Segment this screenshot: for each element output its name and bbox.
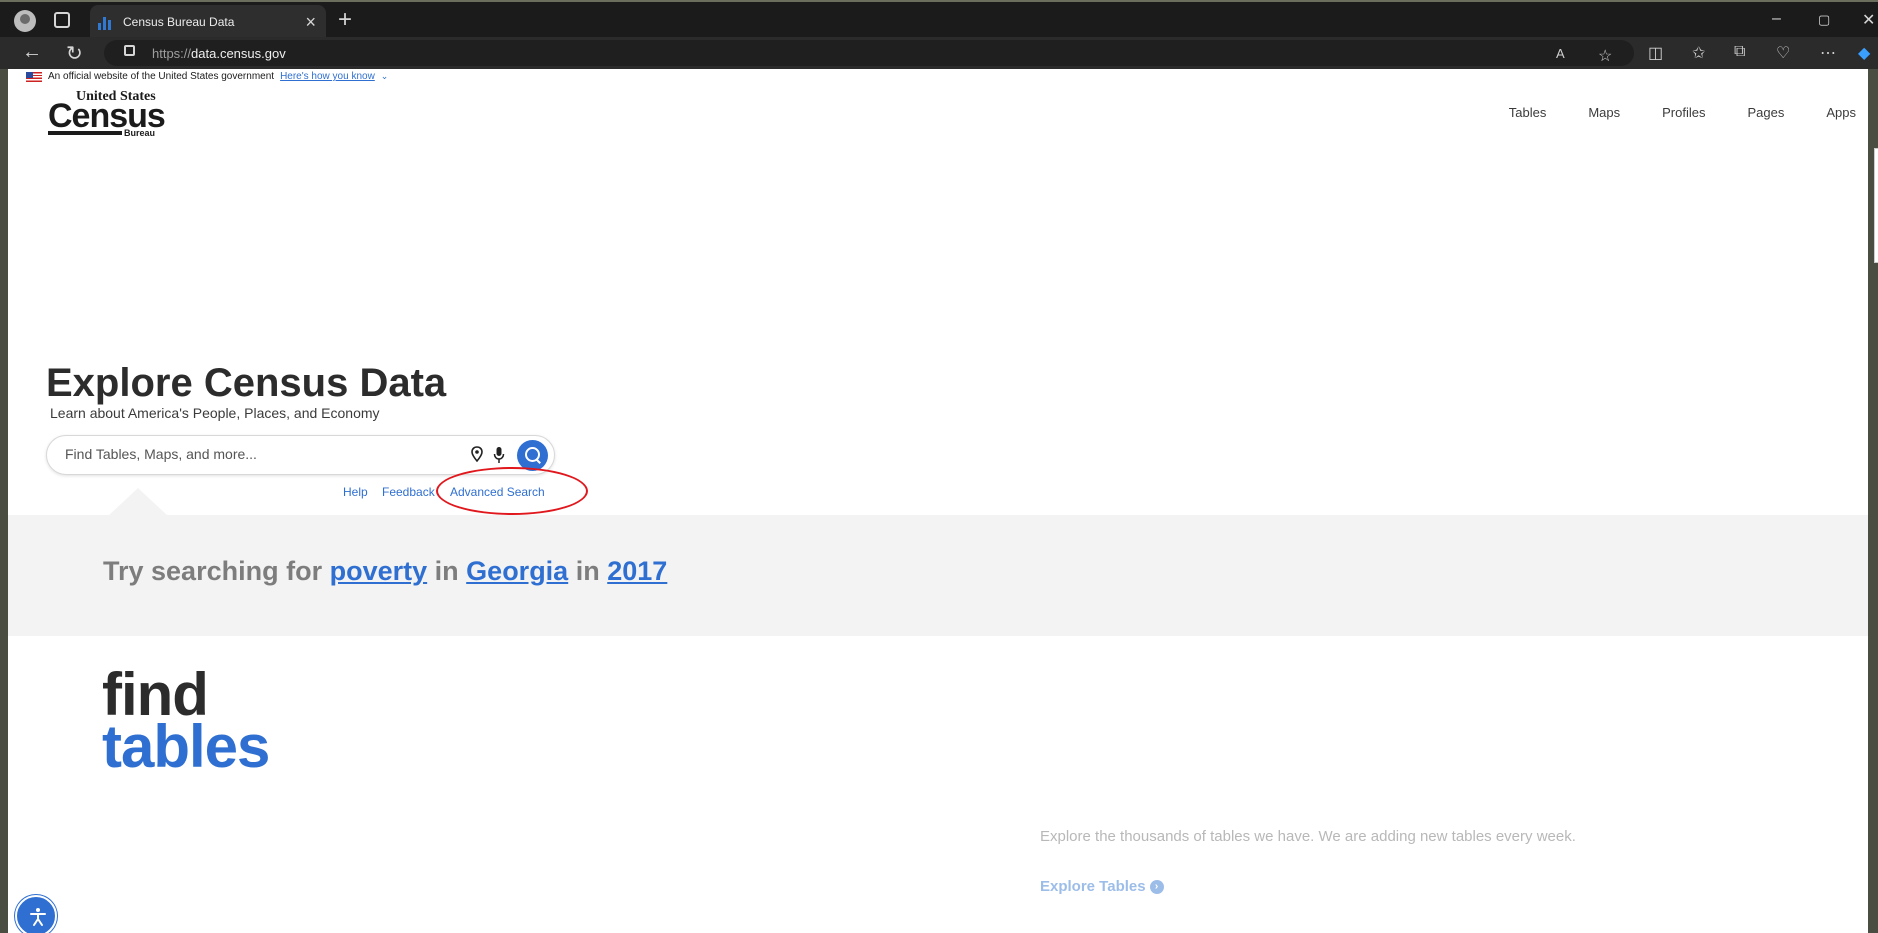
- collections-icon[interactable]: ⧉: [1734, 43, 1745, 61]
- url-text: https://data.census.gov: [152, 46, 286, 61]
- restore-icon[interactable]: ▢: [1818, 12, 1830, 28]
- location-pin-icon[interactable]: [471, 446, 483, 462]
- help-link[interactable]: Help: [343, 485, 368, 499]
- more-icon[interactable]: ⋯: [1820, 43, 1836, 63]
- chevron-right-icon: ›: [1149, 879, 1164, 894]
- browser-tab-bar: Census Bureau Data × + – ▢ ✕: [0, 0, 1878, 39]
- top-navigation: Tables Maps Profiles Pages Apps: [1509, 105, 1856, 120]
- census-page: An official website of the United States…: [8, 69, 1878, 933]
- refresh-icon[interactable]: ↻: [66, 41, 83, 66]
- lock-icon: [124, 45, 135, 56]
- browser-essentials-icon[interactable]: ♡: [1776, 43, 1790, 63]
- census-favicon-icon: [98, 16, 114, 30]
- gov-banner-text: An official website of the United States…: [48, 71, 275, 82]
- tab-title: Census Bureau Data: [123, 15, 235, 29]
- accessibility-button[interactable]: [15, 895, 57, 933]
- year-2017-link[interactable]: 2017: [607, 556, 667, 586]
- profile-avatar-icon[interactable]: [14, 10, 36, 32]
- try-band-notch: [108, 488, 168, 516]
- accessibility-icon: [30, 908, 46, 926]
- favorite-star-icon[interactable]: ☆: [1598, 46, 1612, 66]
- tab-close-icon[interactable]: ×: [305, 12, 316, 33]
- browser-address-bar: ← ↻ https://data.census.gov A ☆ ◫ ✩ ⧉ ♡ …: [0, 37, 1878, 69]
- try-searching-text: Try searching for poverty in Georgia in …: [103, 556, 668, 586]
- census-logo[interactable]: United States Census Bureau: [48, 89, 168, 138]
- nav-pages[interactable]: Pages: [1747, 105, 1784, 120]
- tables-heading: tables: [102, 713, 270, 780]
- gov-banner: An official website of the United States…: [26, 71, 388, 82]
- tab-actions-icon[interactable]: [54, 12, 70, 28]
- search-input[interactable]: [65, 446, 425, 462]
- annotation-circle: [436, 467, 588, 515]
- microphone-icon[interactable]: [493, 446, 505, 464]
- logo-underline: [48, 131, 122, 135]
- nav-profiles[interactable]: Profiles: [1662, 105, 1705, 120]
- us-flag-icon: [26, 71, 42, 82]
- page-title: Explore Census Data: [46, 361, 447, 405]
- try-searching-band: Try searching for poverty in Georgia in …: [8, 515, 1872, 636]
- copilot-icon[interactable]: ◆: [1858, 43, 1870, 63]
- georgia-link[interactable]: Georgia: [466, 556, 568, 586]
- nav-tables[interactable]: Tables: [1509, 105, 1547, 120]
- nav-maps[interactable]: Maps: [1588, 105, 1620, 120]
- explore-tables-label: Explore Tables: [1040, 878, 1146, 895]
- nav-apps[interactable]: Apps: [1826, 105, 1856, 120]
- url-field[interactable]: https://data.census.gov A ☆: [104, 40, 1634, 66]
- sidebar-handle[interactable]: [1874, 148, 1878, 263]
- page-subtitle: Learn about America's People, Places, an…: [50, 405, 380, 421]
- explore-tables-link[interactable]: Explore Tables ›: [1040, 878, 1164, 895]
- browser-tab[interactable]: Census Bureau Data ×: [90, 5, 326, 39]
- minimize-icon[interactable]: –: [1772, 10, 1781, 28]
- back-icon[interactable]: ←: [22, 41, 42, 64]
- logo-bureau: Bureau: [124, 128, 156, 138]
- tables-description: Explore the thousands of tables we have.…: [1040, 828, 1576, 845]
- split-screen-icon[interactable]: ◫: [1648, 43, 1663, 63]
- poverty-link[interactable]: poverty: [330, 556, 428, 586]
- new-tab-icon[interactable]: +: [338, 6, 352, 34]
- favorites-icon[interactable]: ✩: [1692, 43, 1705, 63]
- close-window-icon[interactable]: ✕: [1862, 10, 1875, 30]
- chevron-down-icon[interactable]: ⌄: [381, 71, 389, 82]
- read-aloud-icon[interactable]: A: [1556, 46, 1565, 61]
- feedback-link[interactable]: Feedback: [382, 485, 435, 499]
- heres-how-you-know-link[interactable]: Here's how you know: [280, 71, 375, 82]
